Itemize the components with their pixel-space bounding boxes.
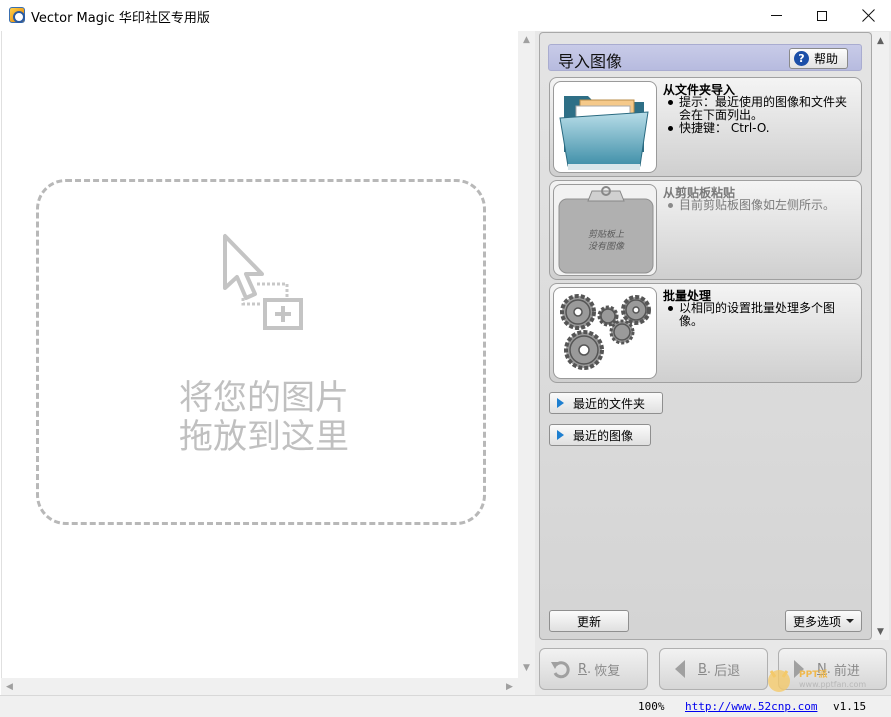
canvas-vertical-scrollbar[interactable]: ▲ ▼ [518,31,535,678]
recent-folders-expander[interactable]: 最近的文件夹 [549,392,663,414]
help-label: 帮助 [814,52,839,66]
app-icon [9,7,25,23]
restore-button[interactable]: R. 恢复 [539,648,648,690]
card-bullets: 提示：最近使用的图像和文件夹会在下面列出。 快捷键： Ctrl-O. [663,96,858,135]
next-dot: . [826,661,831,677]
restore-icon [551,661,570,679]
batch-thumbnail [553,287,657,379]
maximize-icon [817,10,827,21]
card-bullets: 以相同的设置批量处理多个图像。 [663,302,858,328]
folder-icon [559,96,649,170]
recent-images-label: 最近的图像 [573,428,634,443]
card-bullet: 提示：最近使用的图像和文件夹会在下面列出。 [663,96,858,122]
panel-scrollbar[interactable]: ▲ ▼ [872,32,889,640]
restore-label: 恢复 [594,663,621,679]
gears-icon [560,294,651,370]
update-button[interactable]: 更新 [549,610,629,632]
back-button[interactable]: B. 后退 [659,648,768,690]
more-options-label: 更多选项 [792,614,841,629]
scroll-up-icon[interactable]: ▲ [872,32,889,49]
drop-hint-line2: 拖放到这里 [179,417,349,457]
chevron-down-icon [846,619,854,623]
zoom-level: 100% [638,700,665,713]
wizard-sidebar: 导入图像 ? 帮助 从文件夹导入 提示：最近使用的图像和文件夹会在下面列出。 快… [535,31,891,695]
card-bullet: 快捷键： Ctrl-O. [663,122,858,135]
back-key: B [698,661,707,677]
more-options-button[interactable]: 更多选项 [785,610,862,632]
minimize-icon [770,15,782,16]
scroll-down-icon[interactable]: ▼ [518,659,535,676]
help-button[interactable]: ? 帮助 [789,48,848,69]
scroll-left-icon[interactable]: ◀ [1,678,18,695]
scroll-down-icon[interactable]: ▼ [872,623,889,640]
import-from-folder-card[interactable]: 从文件夹导入 提示：最近使用的图像和文件夹会在下面列出。 快捷键： Ctrl-O… [549,77,862,177]
scroll-up-icon[interactable]: ▲ [518,31,535,48]
next-key: N [817,661,827,677]
clipboard-empty-line2: 没有图像 [587,242,624,252]
scrollbar-corner [518,678,535,695]
recent-folders-label: 最近的文件夹 [573,396,646,411]
restore-key: R [578,661,588,677]
image-canvas[interactable]: 将您的图片 拖放到这里 [1,31,518,678]
version-label: v1.15 [833,700,867,713]
close-icon [862,9,875,22]
restore-dot: . [587,661,592,677]
paste-from-clipboard-card[interactable]: 剪贴板上 没有图像 从剪贴板粘贴 目前剪贴板图像如左侧所示。 [549,180,862,280]
panel-header: 导入图像 ? 帮助 [548,44,862,71]
card-bullets: 目前剪贴板图像如左侧所示。 [663,199,858,212]
expand-arrow-icon [557,430,564,440]
clipboard-thumbnail: 剪贴板上 没有图像 [553,184,657,276]
minimize-button[interactable] [753,0,799,31]
import-panel: 导入图像 ? 帮助 从文件夹导入 提示：最近使用的图像和文件夹会在下面列出。 快… [539,32,872,640]
back-arrow-icon [675,660,685,678]
recent-images-expander[interactable]: 最近的图像 [549,424,651,446]
next-label: 前进 [833,663,860,679]
maximize-button[interactable] [799,0,845,31]
drop-zone[interactable]: 将您的图片 拖放到这里 [36,179,486,525]
drop-hint-line1: 将您的图片 [179,378,349,418]
panel-title: 导入图像 [558,52,623,71]
back-label: 后退 [714,663,741,679]
canvas-horizontal-scrollbar[interactable]: ◀ ▶ [1,678,518,695]
next-arrow-icon [794,660,804,678]
card-bullet: 目前剪贴板图像如左侧所示。 [663,199,858,212]
status-bar: 100% http://www.52cnp.com v1.15 [0,695,891,717]
back-dot: . [706,661,712,677]
expand-arrow-icon [557,398,564,408]
clipboard-empty-label: 剪贴板上 没有图像 [554,229,656,253]
scroll-right-icon[interactable]: ▶ [501,678,518,695]
close-button[interactable] [845,0,891,31]
help-icon: ? [794,51,809,66]
folder-thumbnail [553,81,657,173]
window-title: Vector Magic 华印社区专用版 [31,11,210,26]
next-button[interactable]: N. 前进 [778,648,887,690]
clipboard-empty-line1: 剪贴板上 [587,230,624,240]
batch-process-card[interactable]: 批量处理 以相同的设置批量处理多个图像。 [549,283,862,383]
card-bullet: 以相同的设置批量处理多个图像。 [663,302,858,328]
website-link[interactable]: http://www.52cnp.com [685,700,817,713]
title-bar: Vector Magic 华印社区专用版 [0,0,891,31]
drag-cursor-icon [223,234,303,330]
